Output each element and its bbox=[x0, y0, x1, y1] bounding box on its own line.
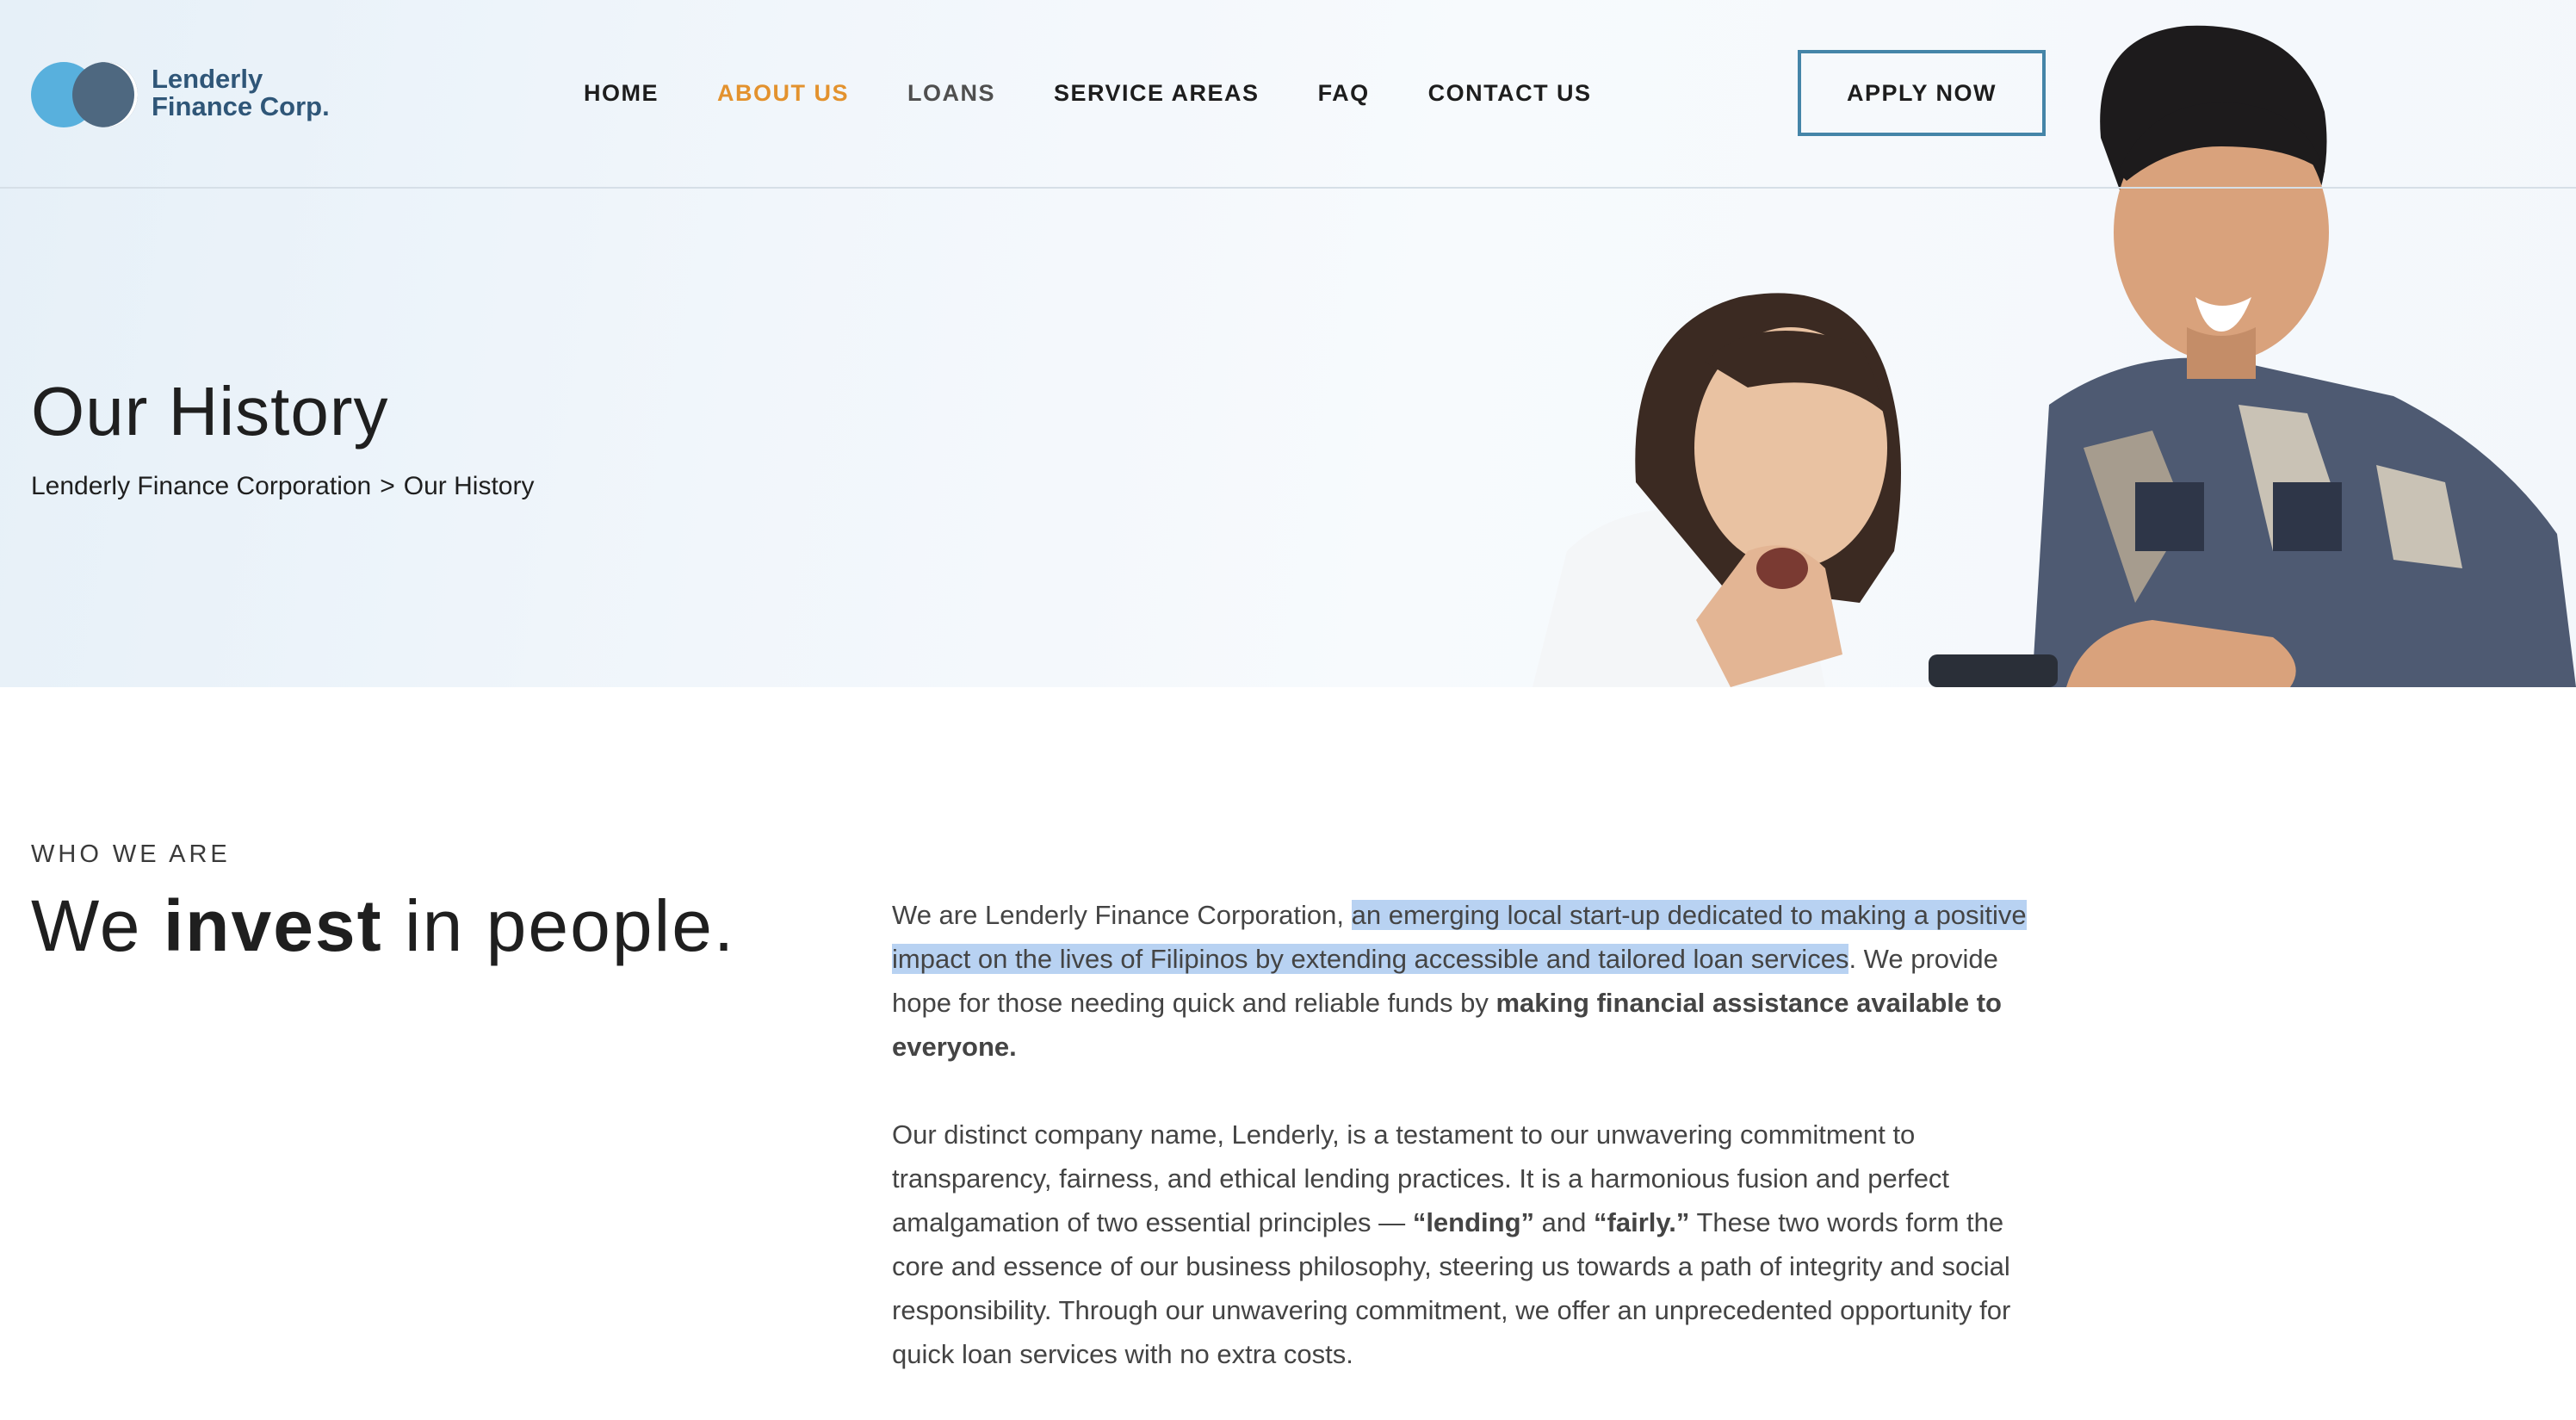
breadcrumb-current: Our History bbox=[403, 472, 535, 500]
logo[interactable]: Lenderly Finance Corp. bbox=[31, 59, 330, 127]
breadcrumb-root-link[interactable]: Lenderly Finance Corporation bbox=[31, 472, 371, 501]
about-body: We are Lenderly Finance Corporation, an … bbox=[892, 893, 2063, 1420]
breadcrumb-separator: > bbox=[380, 472, 395, 500]
section-headline: We invest in people. bbox=[31, 878, 735, 973]
nav-item-faq[interactable]: FAQ bbox=[1318, 76, 1370, 110]
hero-section: Lenderly Finance Corp. HOME ABOUT US LOA… bbox=[0, 0, 2576, 687]
nav-item-home[interactable]: HOME bbox=[584, 76, 659, 110]
logo-line-1: Lenderly bbox=[152, 64, 263, 94]
logo-line-2: Finance Corp. bbox=[152, 91, 330, 121]
about-paragraph-2: Our distinct company name, Lenderly, is … bbox=[892, 1113, 2063, 1376]
main-nav: HOME ABOUT US LOANS SERVICE AREAS FAQ CO… bbox=[584, 76, 1650, 110]
site-header: Lenderly Finance Corp. HOME ABOUT US LOA… bbox=[0, 0, 2576, 189]
headline-bold: invest bbox=[163, 885, 383, 966]
about-paragraph-1: We are Lenderly Finance Corporation, an … bbox=[892, 893, 2063, 1069]
logo-text: Lenderly Finance Corp. bbox=[152, 65, 330, 121]
nav-item-service-areas[interactable]: SERVICE AREAS bbox=[1054, 76, 1260, 110]
nav-item-contact-us[interactable]: CONTACT US bbox=[1428, 76, 1592, 110]
headline-pre: We bbox=[31, 885, 142, 966]
para2-bold-fairly: “fairly.” bbox=[1594, 1207, 1690, 1237]
para2-bold-lending: “lending” bbox=[1412, 1207, 1535, 1237]
apply-now-button[interactable]: APPLY NOW bbox=[1798, 50, 2046, 136]
para1-start: We are Lenderly Finance Corporation, bbox=[892, 900, 1344, 930]
nav-item-loans[interactable]: LOANS bbox=[907, 76, 995, 110]
page-title: Our History bbox=[31, 373, 389, 450]
headline-post: in people. bbox=[404, 885, 736, 966]
nav-item-about-us[interactable]: ABOUT US bbox=[717, 76, 849, 110]
logo-mark-icon bbox=[31, 59, 141, 127]
para2-part2: and bbox=[1541, 1207, 1587, 1237]
section-eyebrow: WHO WE ARE bbox=[31, 840, 231, 868]
breadcrumb: Lenderly Finance Corporation > Our Histo… bbox=[31, 472, 534, 501]
